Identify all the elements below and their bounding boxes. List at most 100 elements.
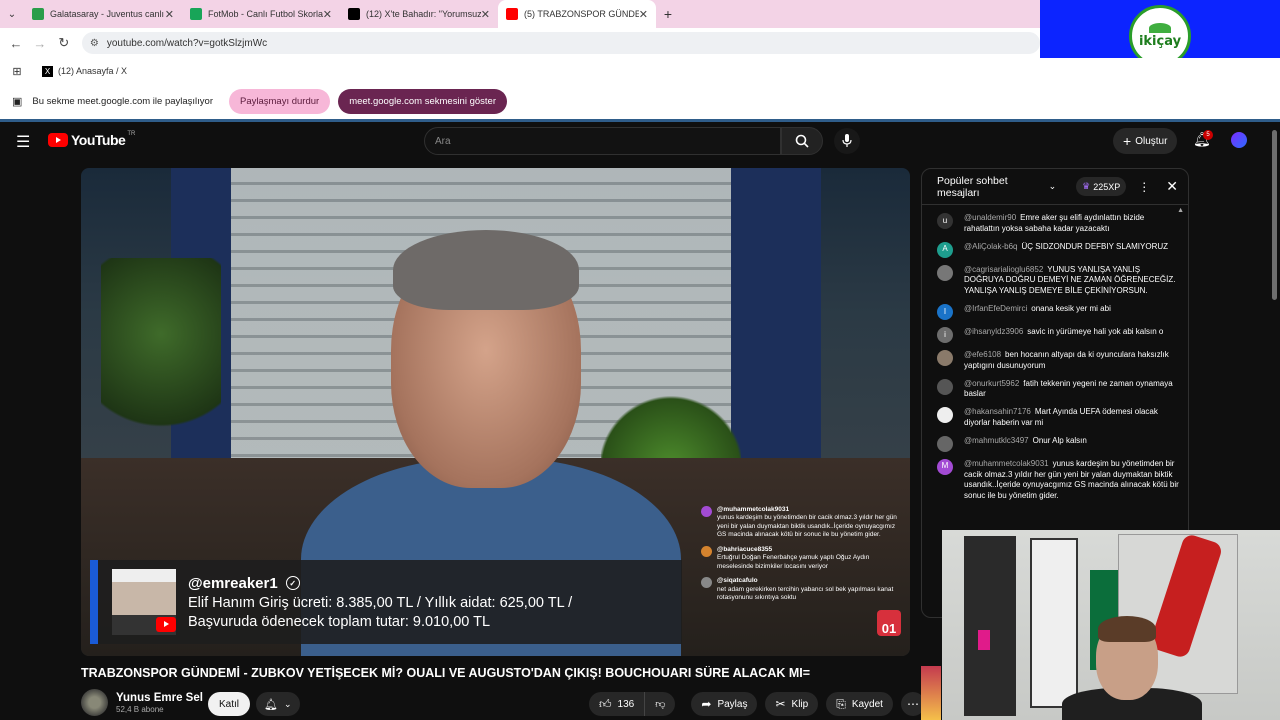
- reload-icon[interactable]: ↻: [52, 35, 76, 51]
- stop-sharing-button[interactable]: Paylaşmayı durdur: [229, 89, 331, 114]
- join-button[interactable]: Katıl: [208, 692, 251, 716]
- search-button[interactable]: [781, 127, 823, 155]
- scroll-up-icon[interactable]: ▲: [1177, 207, 1184, 214]
- more-vert-icon[interactable]: ⋮: [1138, 180, 1150, 194]
- avatar: M: [937, 458, 953, 475]
- share-icon: ➦: [701, 697, 712, 711]
- chat-author[interactable]: @hakansahin7176: [964, 407, 1031, 416]
- youtube-wordmark: YouTube: [71, 132, 126, 148]
- donation-message-line: Başvuruda ödenecek toplam tutar: 9.010,0…: [188, 613, 491, 630]
- region-code: TR: [127, 131, 136, 137]
- chat-text: savic in yürümeye hali yok abi kalsın o: [1027, 326, 1164, 336]
- account-avatar[interactable]: [1231, 132, 1247, 148]
- chat-message: @efe6108 ben hocanın altyapı da ki oyuncu…: [937, 349, 1180, 372]
- channel-avatar[interactable]: [81, 689, 108, 716]
- channel-name[interactable]: Yunus Emre Sel: [116, 692, 203, 704]
- menu-icon[interactable]: ☰: [16, 132, 30, 152]
- voice-search-button[interactable]: [834, 128, 860, 154]
- tab-label: Galatasaray - Juventus canlı sko: [50, 9, 165, 19]
- avatar: [937, 435, 953, 452]
- chat-author[interactable]: @muhammetcolak9031: [964, 459, 1049, 468]
- x-icon: [348, 8, 360, 20]
- chat-message: i @ihsanyldz3906 savic in yürümeye hali y…: [937, 326, 1180, 343]
- close-icon[interactable]: ✕: [323, 8, 332, 21]
- close-icon[interactable]: ✕: [481, 8, 490, 21]
- x-icon: X: [42, 65, 53, 77]
- avatar: u: [937, 213, 953, 229]
- lower-third-text: @emreaker1 ✓ Elif Hanım Giriş ücreti: 8.…: [188, 575, 572, 630]
- chat-message: u @unaldemir90 Emre aker şu elifi aydınla…: [937, 213, 1180, 235]
- close-icon[interactable]: ✕: [165, 8, 174, 21]
- browser-tab[interactable]: (12) X'te Bahadır: "Yorumsuz… ✕: [340, 0, 498, 28]
- chat-author[interactable]: @mahmutklc3497: [964, 436, 1029, 445]
- avatar: i: [937, 326, 953, 343]
- scissors-icon: ✂: [775, 697, 786, 711]
- forward-icon[interactable]: →: [28, 36, 52, 51]
- xp-value: 225XP: [1093, 181, 1121, 192]
- chat-message: I @IrfanEfeDemirci onana kesik yer mi abi: [937, 303, 1180, 320]
- share-button[interactable]: ➦ Paylaş: [691, 692, 758, 716]
- browser-tab[interactable]: Galatasaray - Juventus canlı sko ✕: [24, 0, 182, 28]
- chat-text: ÜÇ SIDZONDUR DEFBIY SLAMIYORUZ: [1021, 241, 1169, 251]
- clip-button[interactable]: ✂ Klip: [765, 692, 819, 716]
- avatar: A: [937, 241, 953, 258]
- site-info-icon[interactable]: ⚙: [90, 38, 99, 49]
- chat-author[interactable]: @unaldemir90: [964, 213, 1016, 222]
- avatar: [937, 349, 953, 366]
- chat-author[interactable]: @onurkurt5962: [964, 379, 1019, 388]
- chat-author[interactable]: @ihsanyldz3906: [964, 327, 1023, 336]
- new-tab-icon[interactable]: +: [656, 6, 680, 22]
- video-player[interactable]: @muhammetcolak9031 yunus kardeşim bu yön…: [81, 168, 910, 656]
- tab-search-icon[interactable]: ⌄: [0, 0, 24, 28]
- back-icon[interactable]: ←: [4, 36, 28, 51]
- channel-info[interactable]: Yunus Emre Sel 52,4 B abone: [81, 689, 203, 716]
- browser-tab[interactable]: FotMob - Canlı Futbol Skorları ✕: [182, 0, 340, 28]
- search-icon: [795, 134, 809, 148]
- webcam-overlay: [942, 530, 1280, 720]
- url-text: youtube.com/watch?v=gotkSlzjmWc: [106, 37, 268, 49]
- close-icon[interactable]: ✕: [1166, 178, 1178, 195]
- search-input[interactable]: Ara: [424, 127, 781, 155]
- chat-author[interactable]: @cagrisarialioglu6852: [964, 265, 1043, 274]
- tab-share-bar: ▣ Bu sekme meet.google.com ile paylaşılı…: [0, 84, 1280, 122]
- like-count: 136: [617, 698, 635, 710]
- show-meet-tab-button[interactable]: meet.google.com sekmesini göster: [338, 89, 507, 114]
- clip-label: Klip: [791, 698, 809, 710]
- apps-grid-icon[interactable]: ⊞: [0, 65, 34, 78]
- chat-author[interactable]: @efe6108: [964, 350, 1001, 359]
- page-scrollbar[interactable]: [1272, 130, 1277, 300]
- xp-badge[interactable]: ♛ 225XP: [1076, 177, 1127, 196]
- share-message: Bu sekme meet.google.com ile paylaşılıyo…: [32, 96, 213, 107]
- save-button[interactable]: ⎘ Kaydet: [826, 692, 893, 716]
- donor-handle-text: @emreaker1: [188, 574, 278, 592]
- chat-text: Onur Alp kalsın: [1032, 435, 1087, 445]
- address-bar: ← → ↻ ⚙ youtube.com/watch?v=gotkSlzjmWc: [0, 28, 1040, 58]
- channel-text: Yunus Emre Sel 52,4 B abone: [116, 692, 203, 714]
- overlay-chat-text: net adam gerekirken tercihin yabancı sol…: [717, 585, 894, 601]
- youtube-logo[interactable]: YouTube TR: [48, 131, 136, 148]
- dislike-button[interactable]: 👎︎: [645, 692, 676, 716]
- avatar: [701, 577, 712, 589]
- webcam-person-hair: [1098, 616, 1156, 642]
- chat-mode-dropdown[interactable]: Popüler sohbet mesajları ⌄: [937, 175, 1056, 199]
- tab-label: (12) X'te Bahadır: "Yorumsuz…: [366, 9, 481, 19]
- chat-message: @onurkurt5962 fatih tekkenin yegeni ne za…: [937, 378, 1180, 401]
- related-video-thumbnail[interactable]: [921, 666, 941, 720]
- close-icon[interactable]: ✕: [639, 8, 648, 21]
- webcam-light: [978, 630, 990, 650]
- browser-tab-active[interactable]: (5) TRABZONSPOR GÜNDEM ✕: [498, 0, 656, 28]
- chat-author[interactable]: @AliÇolak-b6q: [964, 242, 1017, 251]
- like-button[interactable]: 👍︎ 136: [589, 692, 646, 716]
- chat-text: onana kesik yer mi abi: [1031, 303, 1111, 313]
- verified-icon: ✓: [285, 576, 300, 590]
- tab-label: (5) TRABZONSPOR GÜNDEM: [524, 9, 639, 19]
- chat-author[interactable]: @IrfanEfeDemirci: [964, 304, 1027, 313]
- bookmarks-bar: ⊞ X (12) Anasayfa / X: [0, 58, 1280, 84]
- subscription-bell-button[interactable]: 🔔︎ ⌄: [256, 692, 300, 716]
- url-field[interactable]: ⚙ youtube.com/watch?v=gotkSlzjmWc: [81, 32, 1040, 54]
- bookmark-item[interactable]: X (12) Anasayfa / X: [42, 65, 127, 77]
- notification-badge: 5: [1203, 130, 1213, 140]
- chat-message: @cagrisarialioglu6852 YUNUS YANLIŞA YANLI…: [937, 264, 1180, 297]
- donation-message-line: Elif Hanım Giriş ücreti: 8.385,00 TL / Y…: [188, 594, 573, 611]
- create-button[interactable]: + Oluştur: [1113, 128, 1178, 154]
